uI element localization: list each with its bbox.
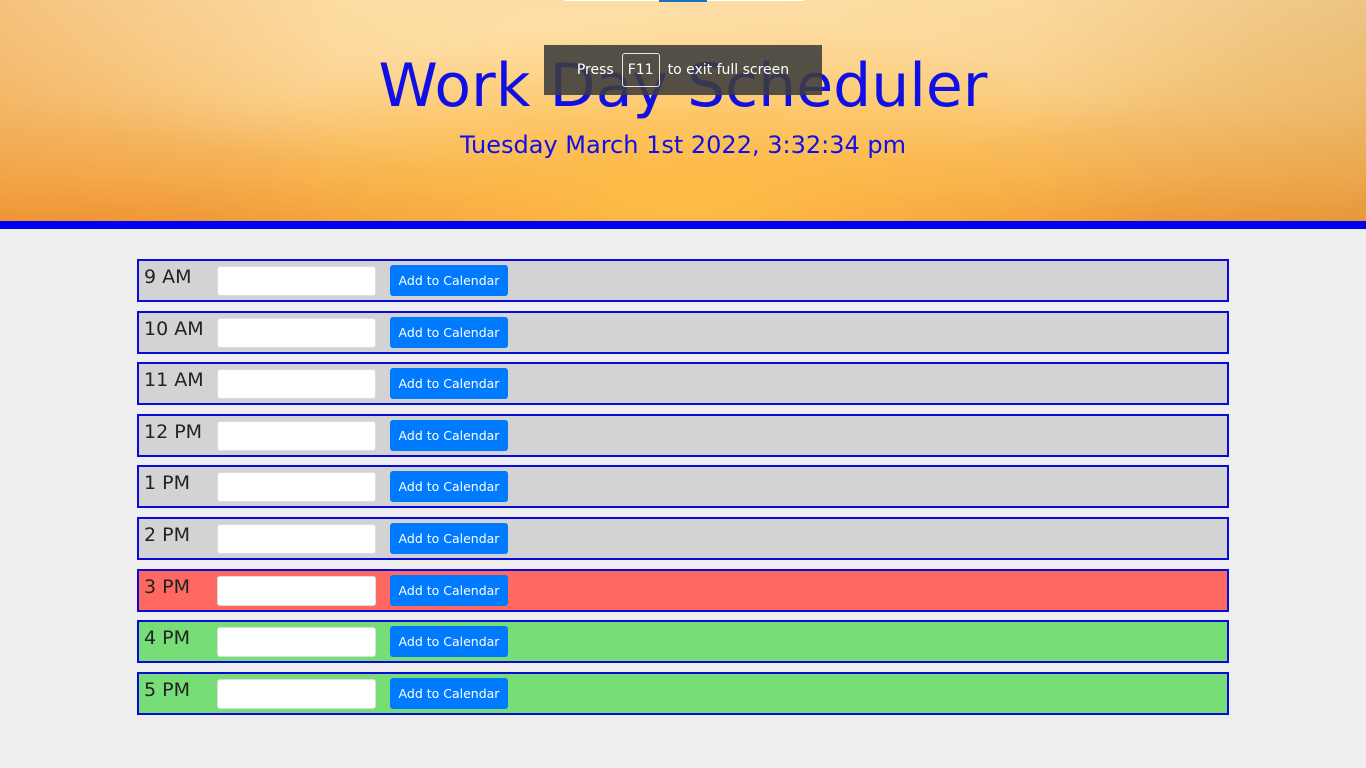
- add-to-calendar-button[interactable]: Add to Calendar: [390, 471, 508, 503]
- add-to-calendar-button[interactable]: Add to Calendar: [390, 574, 508, 606]
- task-input[interactable]: [217, 369, 376, 400]
- task-input[interactable]: [217, 678, 376, 709]
- fullscreen-toast-suffix: to exit full screen: [667, 62, 790, 78]
- time-block: 11 AM Add to Calendar: [137, 362, 1229, 406]
- header-divider: [0, 221, 1366, 229]
- add-to-calendar-button[interactable]: Add to Calendar: [390, 368, 508, 400]
- fullscreen-toast-prefix: Press: [576, 62, 614, 78]
- current-date: Tuesday March 1st 2022, 3:32:34 pm: [460, 131, 906, 159]
- hour-label: 1 PM: [144, 472, 190, 495]
- hour-label: 11 AM: [144, 369, 204, 392]
- hour-label: 4 PM: [144, 627, 190, 650]
- time-block: 1 PM Add to Calendar: [137, 465, 1229, 509]
- time-block: 3 PM Add to Calendar: [137, 568, 1229, 612]
- top-edge-accent: [659, 0, 707, 2]
- time-block: 9 AM Add to Calendar: [137, 259, 1229, 302]
- schedule-list: 9 AM Add to Calendar 10 AM Add to Calend…: [137, 259, 1229, 723]
- time-block: 12 PM Add to Calendar: [137, 413, 1229, 457]
- hour-label: 3 PM: [144, 575, 190, 598]
- task-input[interactable]: [217, 627, 376, 658]
- task-input[interactable]: [217, 523, 376, 554]
- add-to-calendar-button[interactable]: Add to Calendar: [390, 677, 508, 709]
- hour-label: 2 PM: [144, 523, 190, 546]
- task-input[interactable]: [217, 266, 376, 296]
- add-to-calendar-button[interactable]: Add to Calendar: [390, 419, 508, 451]
- time-block: 4 PM Add to Calendar: [137, 620, 1229, 664]
- f11-key: F11: [621, 53, 660, 87]
- task-input[interactable]: [217, 317, 376, 348]
- time-block: 5 PM Add to Calendar: [137, 671, 1229, 715]
- hour-label: 9 AM: [144, 266, 192, 288]
- add-to-calendar-button[interactable]: Add to Calendar: [390, 522, 508, 554]
- add-to-calendar-button[interactable]: Add to Calendar: [390, 626, 508, 658]
- time-block: 10 AM Add to Calendar: [137, 310, 1229, 354]
- task-input[interactable]: [217, 575, 376, 606]
- task-input[interactable]: [217, 472, 376, 503]
- hour-label: 12 PM: [144, 420, 203, 443]
- add-to-calendar-button[interactable]: Add to Calendar: [390, 316, 508, 348]
- task-input[interactable]: [217, 420, 376, 451]
- hour-label: 10 AM: [144, 317, 204, 340]
- time-block: 2 PM Add to Calendar: [137, 516, 1229, 560]
- add-to-calendar-button[interactable]: Add to Calendar: [390, 265, 508, 296]
- hour-label: 5 PM: [144, 678, 190, 701]
- fullscreen-toast: Press F11 to exit full screen: [544, 45, 822, 95]
